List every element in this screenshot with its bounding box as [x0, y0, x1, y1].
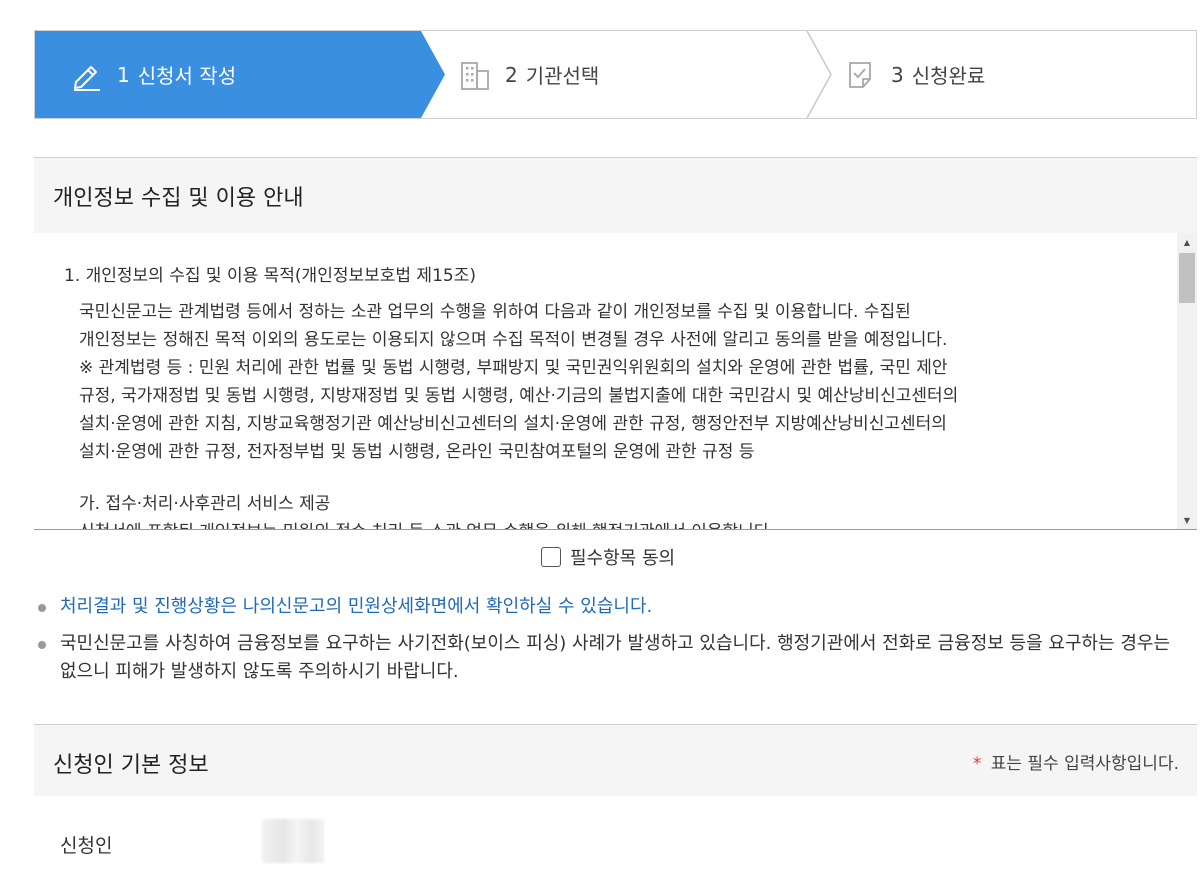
- basic-info-section-header: 신청인 기본 정보 * 표는 필수 입력사항입니다.: [34, 724, 1197, 796]
- step-1-number: 1: [117, 62, 130, 87]
- required-agree-checkbox[interactable]: 필수항목 동의: [541, 544, 675, 570]
- step-3-number: 3: [891, 62, 904, 87]
- step-3: 3 신청완료: [845, 31, 985, 118]
- required-star: *: [972, 754, 982, 774]
- step-1-label: 신청서 작성: [137, 64, 237, 88]
- notice-item-phishing-warning: 국민신문고를 사칭하여 금융정보를 요구하는 사기전화(보이스 피싱) 사례가 …: [38, 630, 1188, 686]
- step-divider-2-3: [806, 31, 832, 118]
- step-progress-bar: 1 신청서 작성 2 기관선택 3 신청완료: [34, 30, 1197, 119]
- scroll-down-arrow-icon[interactable]: ▼: [1177, 511, 1197, 529]
- step-1: 1 신청서 작성: [71, 31, 236, 118]
- privacy-paragraph-line: 설치·운영에 관한 지침, 지방교육행정기관 예산낭비신고센터의 설치·운영에 …: [79, 414, 947, 434]
- required-note: * 표는 필수 입력사항입니다.: [973, 749, 1179, 774]
- privacy-paragraph-line: 규정, 국가재정법 및 동법 시행령, 지방재정법 및 동법 시행령, 예산·기…: [79, 386, 959, 406]
- step-2-label: 기관선택: [525, 64, 600, 88]
- notice-item-result-info: 처리결과 및 진행상황은 나의신문고의 민원상세화면에서 확인하실 수 있습니다…: [38, 593, 652, 621]
- applicant-label: 신청인: [60, 835, 113, 857]
- privacy-paragraph-line: 국민신문고는 관계법령 등에서 정하는 소관 업무의 수행을 위하여 다음과 같…: [79, 302, 911, 322]
- pencil-icon: [71, 59, 103, 91]
- required-note-text: 표는 필수 입력사항입니다.: [990, 754, 1179, 774]
- privacy-paragraph-line: 설치·운영에 관한 규정, 전자정부법 및 동법 시행령, 온라인 국민참여포털…: [79, 442, 755, 462]
- privacy-section-header: 개인정보 수집 및 이용 안내: [34, 157, 1197, 233]
- privacy-paragraph-line: 개인정보는 정해진 목적 이외의 용도로는 이용되지 않으며 수집 목적이 변경…: [79, 330, 948, 350]
- privacy-item-title: 1. 개인정보의 수집 및 이용 목적(개인정보보호법 제15조): [64, 266, 476, 286]
- step-2-number: 2: [505, 62, 518, 87]
- notice-text: 처리결과 및 진행상황은 나의신문고의 민원상세화면에서 확인하실 수 있습니다…: [60, 596, 653, 617]
- basic-info-section-title: 신청인 기본 정보: [53, 753, 209, 778]
- privacy-sub-line: 신청서에 포함된 개인정보는 민원의 접수·처리 등 소관 업무 수행을 위해 …: [79, 518, 1164, 529]
- bullet-icon: [38, 641, 46, 649]
- privacy-terms-scrollbar[interactable]: ▲ ▼: [1177, 233, 1197, 529]
- notice-text: 국민신문고를 사칭하여 금융정보를 요구하는 사기전화(보이스 피싱) 사례가 …: [60, 633, 1171, 682]
- document-check-icon: [845, 59, 877, 91]
- privacy-sub-title: 가. 접수·처리·사후관리 서비스 제공: [79, 494, 331, 514]
- privacy-paragraph-line: ※ 관계법령 등 : 민원 처리에 관한 법률 및 동법 시행령, 부패방지 및…: [79, 358, 948, 378]
- agree-checkbox-label: 필수항목 동의: [570, 548, 676, 569]
- building-icon: [459, 59, 491, 91]
- applicant-name-redacted: [262, 819, 324, 863]
- scrollbar-thumb[interactable]: [1179, 253, 1195, 303]
- privacy-section-title: 개인정보 수집 및 이용 안내: [53, 186, 304, 211]
- privacy-terms-content: 1. 개인정보의 수집 및 이용 목적(개인정보보호법 제15조) 국민신문고는…: [64, 261, 1164, 529]
- bullet-icon: [38, 604, 46, 612]
- agree-checkbox-box[interactable]: [541, 547, 561, 567]
- step-2: 2 기관선택: [459, 31, 599, 118]
- scroll-up-arrow-icon[interactable]: ▲: [1177, 233, 1197, 251]
- privacy-terms-box[interactable]: 1. 개인정보의 수집 및 이용 목적(개인정보보호법 제15조) 국민신문고는…: [34, 233, 1197, 530]
- step-3-label: 신청완료: [911, 64, 986, 88]
